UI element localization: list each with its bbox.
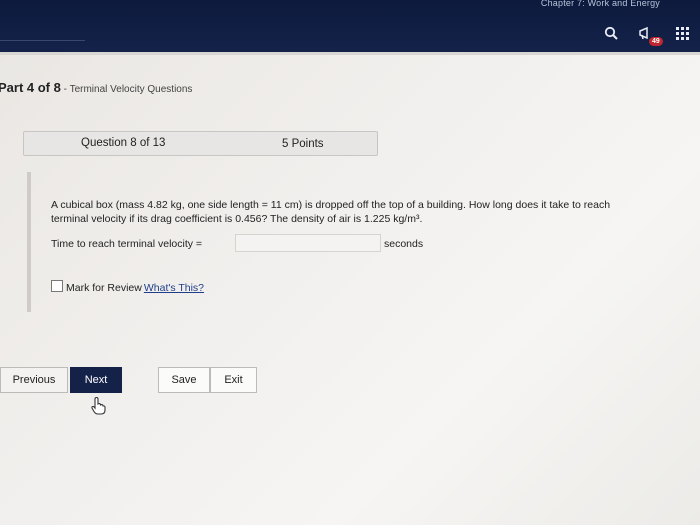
notification-badge: 49 xyxy=(649,37,663,46)
question-body: A cubical box (mass 4.82 kg, one side le… xyxy=(27,172,681,312)
previous-button[interactable]: Previous xyxy=(0,367,68,393)
answer-label: Time to reach terminal velocity = xyxy=(51,238,203,250)
part-subtitle: Terminal Velocity Questions xyxy=(69,84,193,95)
whats-this-link[interactable]: What's This? xyxy=(144,282,204,294)
search-icon[interactable] xyxy=(604,26,618,44)
answer-unit: seconds xyxy=(384,238,424,250)
save-button[interactable]: Save xyxy=(158,367,210,393)
part-heading: Part 4 of 8 - Terminal Velocity Question… xyxy=(0,80,192,95)
exit-button[interactable]: Exit xyxy=(210,367,257,393)
mark-for-review-label[interactable]: Mark for Review xyxy=(66,282,142,294)
hand-pointer-icon xyxy=(88,396,108,421)
answer-input[interactable] xyxy=(235,234,381,252)
grid-icon[interactable] xyxy=(676,27,690,45)
mark-for-review-row: Mark for Review What's This? xyxy=(51,280,204,294)
chapter-breadcrumb[interactable]: Chapter 7: Work and Energy xyxy=(541,0,660,8)
header-divider xyxy=(0,52,700,55)
question-points: 5 Points xyxy=(282,138,324,150)
part-label: Part 4 of 8 xyxy=(0,80,61,95)
top-nav-bar: Chapter 7: Work and Energy 49 xyxy=(0,0,700,52)
question-header-bar: Question 8 of 13 5 Points xyxy=(23,131,378,156)
part-separator: - xyxy=(60,84,70,95)
question-text-line1: A cubical box (mass 4.82 kg, one side le… xyxy=(51,199,611,211)
nav-tab-indicator xyxy=(0,40,85,47)
mark-for-review-checkbox[interactable] xyxy=(51,280,63,292)
question-text: A cubical box (mass 4.82 kg, one side le… xyxy=(51,198,681,226)
question-text-line2: terminal velocity if its drag coefficien… xyxy=(51,213,423,225)
next-button[interactable]: Next xyxy=(70,367,122,393)
question-number: Question 8 of 13 xyxy=(81,137,166,149)
